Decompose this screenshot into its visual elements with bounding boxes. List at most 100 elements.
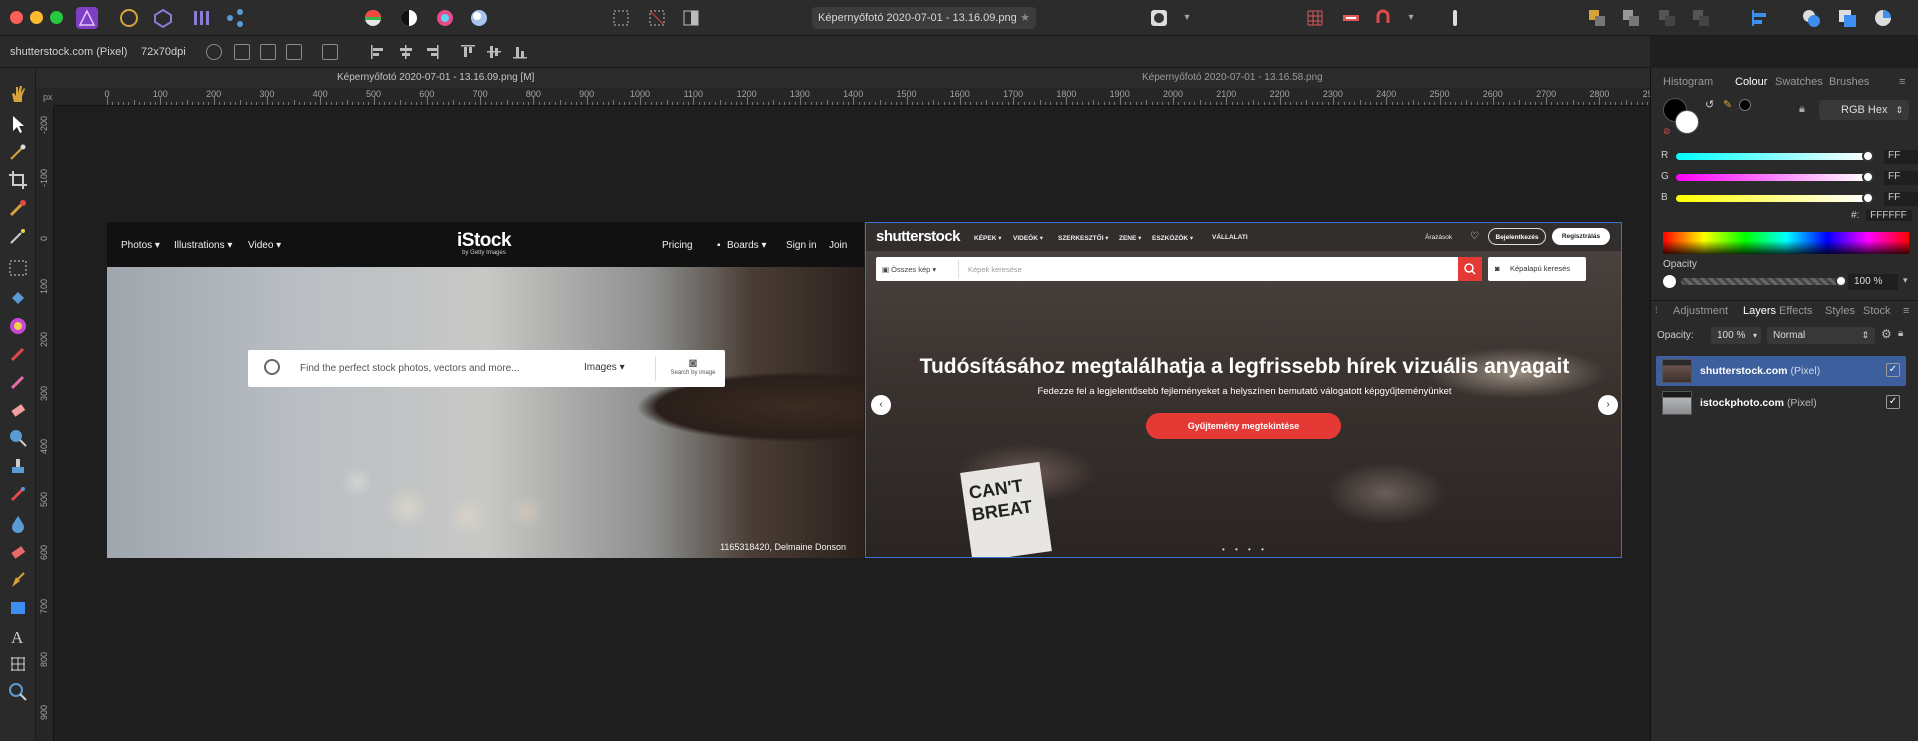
star-icon[interactable]: ★: [1020, 7, 1030, 29]
snapping-magnet-icon[interactable]: [1372, 7, 1394, 29]
view-tool-hand-icon[interactable]: [8, 84, 28, 104]
zoom-window-button[interactable]: [50, 11, 63, 24]
shutterstock-register-button[interactable]: Regisztrálás: [1552, 228, 1610, 245]
boolean-add-icon[interactable]: [1800, 7, 1822, 29]
blue-knob[interactable]: [1862, 192, 1874, 204]
align-top-icon[interactable]: [460, 44, 476, 60]
green-bar[interactable]: [1676, 174, 1866, 181]
eyedropper-icon[interactable]: ✎: [1723, 98, 1732, 111]
crop-tool-icon[interactable]: [8, 170, 28, 190]
arrange-front-icon[interactable]: [1690, 7, 1712, 29]
align-right-edge-icon[interactable]: [424, 44, 440, 60]
horizontal-ruler[interactable]: 0 100 200 300 400 500 600 700 800 900 1000 1100 1200…: [54, 88, 1702, 106]
arrange-backward-icon[interactable]: [1620, 7, 1642, 29]
carousel-prev-arrow-icon[interactable]: ‹: [871, 395, 891, 415]
color-replacement-tool-icon[interactable]: [8, 372, 28, 392]
tab-document-1[interactable]: Képernyőfotó 2020-07-01 - 13.16.09.png […: [337, 72, 534, 83]
layer-visibility-checkbox[interactable]: ✓: [1886, 395, 1900, 409]
dpi-label[interactable]: 72x70dpi: [141, 46, 186, 58]
tab-brushes[interactable]: Brushes: [1829, 76, 1869, 88]
istock-nav-pricing[interactable]: Pricing: [662, 240, 693, 251]
shutterstock-login-button[interactable]: Bejelentkezés: [1488, 228, 1546, 245]
blend-mode-dropdown[interactable]: Normal ⇕: [1767, 327, 1875, 344]
black-white-icon[interactable]: [398, 7, 420, 29]
green-value-field[interactable]: FF: [1884, 171, 1918, 185]
istock-layer[interactable]: Photos ▾ Illustrations ▾ Video ▾ Pricing…: [107, 222, 864, 558]
marquee-tool-icon[interactable]: [8, 258, 28, 278]
transform-origin-icon[interactable]: [206, 44, 222, 60]
shutterstock-image-search-button[interactable]: ◙ Képalapú keresés: [1488, 257, 1586, 281]
zoom-tool-icon[interactable]: [8, 682, 28, 702]
snapping-dropdown-chevron-icon[interactable]: ▾: [1400, 7, 1422, 29]
deselect-icon[interactable]: [646, 7, 668, 29]
close-window-button[interactable]: [10, 11, 23, 24]
red-knob[interactable]: [1862, 150, 1874, 162]
show-bounds-icon[interactable]: [234, 44, 250, 60]
shutterstock-logo[interactable]: shutterstock: [876, 228, 961, 245]
white-balance-icon[interactable]: [468, 7, 490, 29]
layer-lock-icon[interactable]: 🔒︎: [1898, 328, 1903, 339]
opacity-value-field[interactable]: 100 %: [1848, 274, 1898, 290]
arrange-back-icon[interactable]: [1586, 7, 1608, 29]
shutterstock-cta-button[interactable]: Gyűjtemény megtekintése: [1146, 413, 1341, 439]
istock-search-input[interactable]: Find the perfect stock photos, vectors a…: [300, 363, 520, 374]
pen-tool-icon[interactable]: [8, 570, 28, 590]
opacity-slider[interactable]: [1681, 278, 1841, 285]
rectangle-tool-icon[interactable]: [8, 598, 28, 618]
mesh-warp-tool-icon[interactable]: [8, 654, 28, 674]
opacity-knob[interactable]: [1835, 275, 1847, 287]
vertical-ruler[interactable]: -200 -100 0 100 200 300 400 500 600 700 800 900: [36, 106, 54, 741]
move-tool-icon[interactable]: [8, 114, 28, 134]
blur-brush-tool-icon[interactable]: [8, 514, 28, 534]
affinity-photo-logo-icon[interactable]: [76, 7, 98, 29]
shutterstock-search-category[interactable]: ▣ Összes kép ▾: [882, 265, 936, 274]
swap-colors-icon[interactable]: ↺: [1705, 98, 1714, 111]
color-model-dropdown[interactable]: RGB Hex ⇕: [1819, 100, 1909, 120]
carousel-next-arrow-icon[interactable]: ›: [1598, 395, 1618, 415]
green-knob[interactable]: [1862, 171, 1874, 183]
green-slider[interactable]: G FF: [1661, 171, 1918, 185]
levels-icon[interactable]: [362, 7, 384, 29]
color-spectrum[interactable]: [1663, 232, 1909, 254]
clone-brush-tool-icon[interactable]: [8, 456, 28, 476]
layer-visibility-checkbox[interactable]: ✓: [1886, 363, 1900, 377]
red-value-field[interactable]: FF: [1884, 150, 1918, 164]
istock-search-bar[interactable]: Find the perfect stock photos, vectors a…: [248, 350, 725, 387]
shutterstock-nav-videok[interactable]: VIDEÓK ▾: [1013, 234, 1043, 242]
mask-icon[interactable]: [1148, 7, 1170, 29]
align-left-edge-icon[interactable]: [370, 44, 386, 60]
dodge-brush-tool-icon[interactable]: [8, 428, 28, 448]
layer-row-shutterstock[interactable]: shutterstock.com (Pixel) ✓: [1656, 356, 1906, 386]
tab-styles[interactable]: Styles: [1825, 305, 1855, 317]
tab-document-2[interactable]: Képernyőfotó 2020-07-01 - 13.16.58.png: [1142, 72, 1323, 83]
flood-fill-tool-icon[interactable]: [8, 288, 28, 308]
mask-dropdown-chevron-icon[interactable]: ▾: [1176, 7, 1198, 29]
layer-row-istock[interactable]: istockphoto.com (Pixel) ✓: [1656, 388, 1906, 418]
istock-nav-photos[interactable]: Photos ▾: [121, 240, 160, 251]
red-bar[interactable]: [1676, 153, 1866, 160]
shutterstock-search-button[interactable]: [1458, 257, 1482, 281]
istock-search-type-dropdown[interactable]: Images ▾: [584, 362, 625, 373]
hex-value-field[interactable]: FFFFFF: [1866, 210, 1913, 221]
shutterstock-nav-kepek[interactable]: KÉPEK ▾: [974, 234, 1001, 242]
align-left-icon[interactable]: [1748, 7, 1770, 29]
artistic-text-tool-icon[interactable]: A: [8, 626, 28, 647]
no-color-icon[interactable]: ⊘: [1663, 126, 1671, 137]
tab-effects[interactable]: Effects: [1779, 305, 1812, 317]
layers-panel-menu-icon[interactable]: ≡: [1903, 305, 1909, 317]
paint-brush-tool-icon[interactable]: [8, 344, 28, 364]
snapping-options-icon[interactable]: [1340, 7, 1362, 29]
photo-persona-icon[interactable]: [118, 7, 140, 29]
gradient-tool-icon[interactable]: [8, 316, 28, 336]
tab-layers[interactable]: Layers: [1743, 305, 1776, 317]
boolean-intersect-icon[interactable]: [1872, 7, 1894, 29]
opacity-dropdown-chevron-icon[interactable]: ▾: [1903, 275, 1908, 286]
istock-nav-boards[interactable]: Boards ▾: [727, 240, 766, 251]
layer-settings-gear-icon[interactable]: ⚙: [1881, 327, 1892, 341]
ruler-unit[interactable]: px: [36, 88, 54, 106]
tab-stock[interactable]: Stock: [1863, 305, 1891, 317]
red-slider[interactable]: R FF: [1661, 150, 1918, 164]
istock-nav-join[interactable]: Join: [829, 240, 847, 251]
tab-adjustment[interactable]: Adjustment: [1673, 305, 1728, 317]
export-persona-icon[interactable]: [224, 7, 246, 29]
